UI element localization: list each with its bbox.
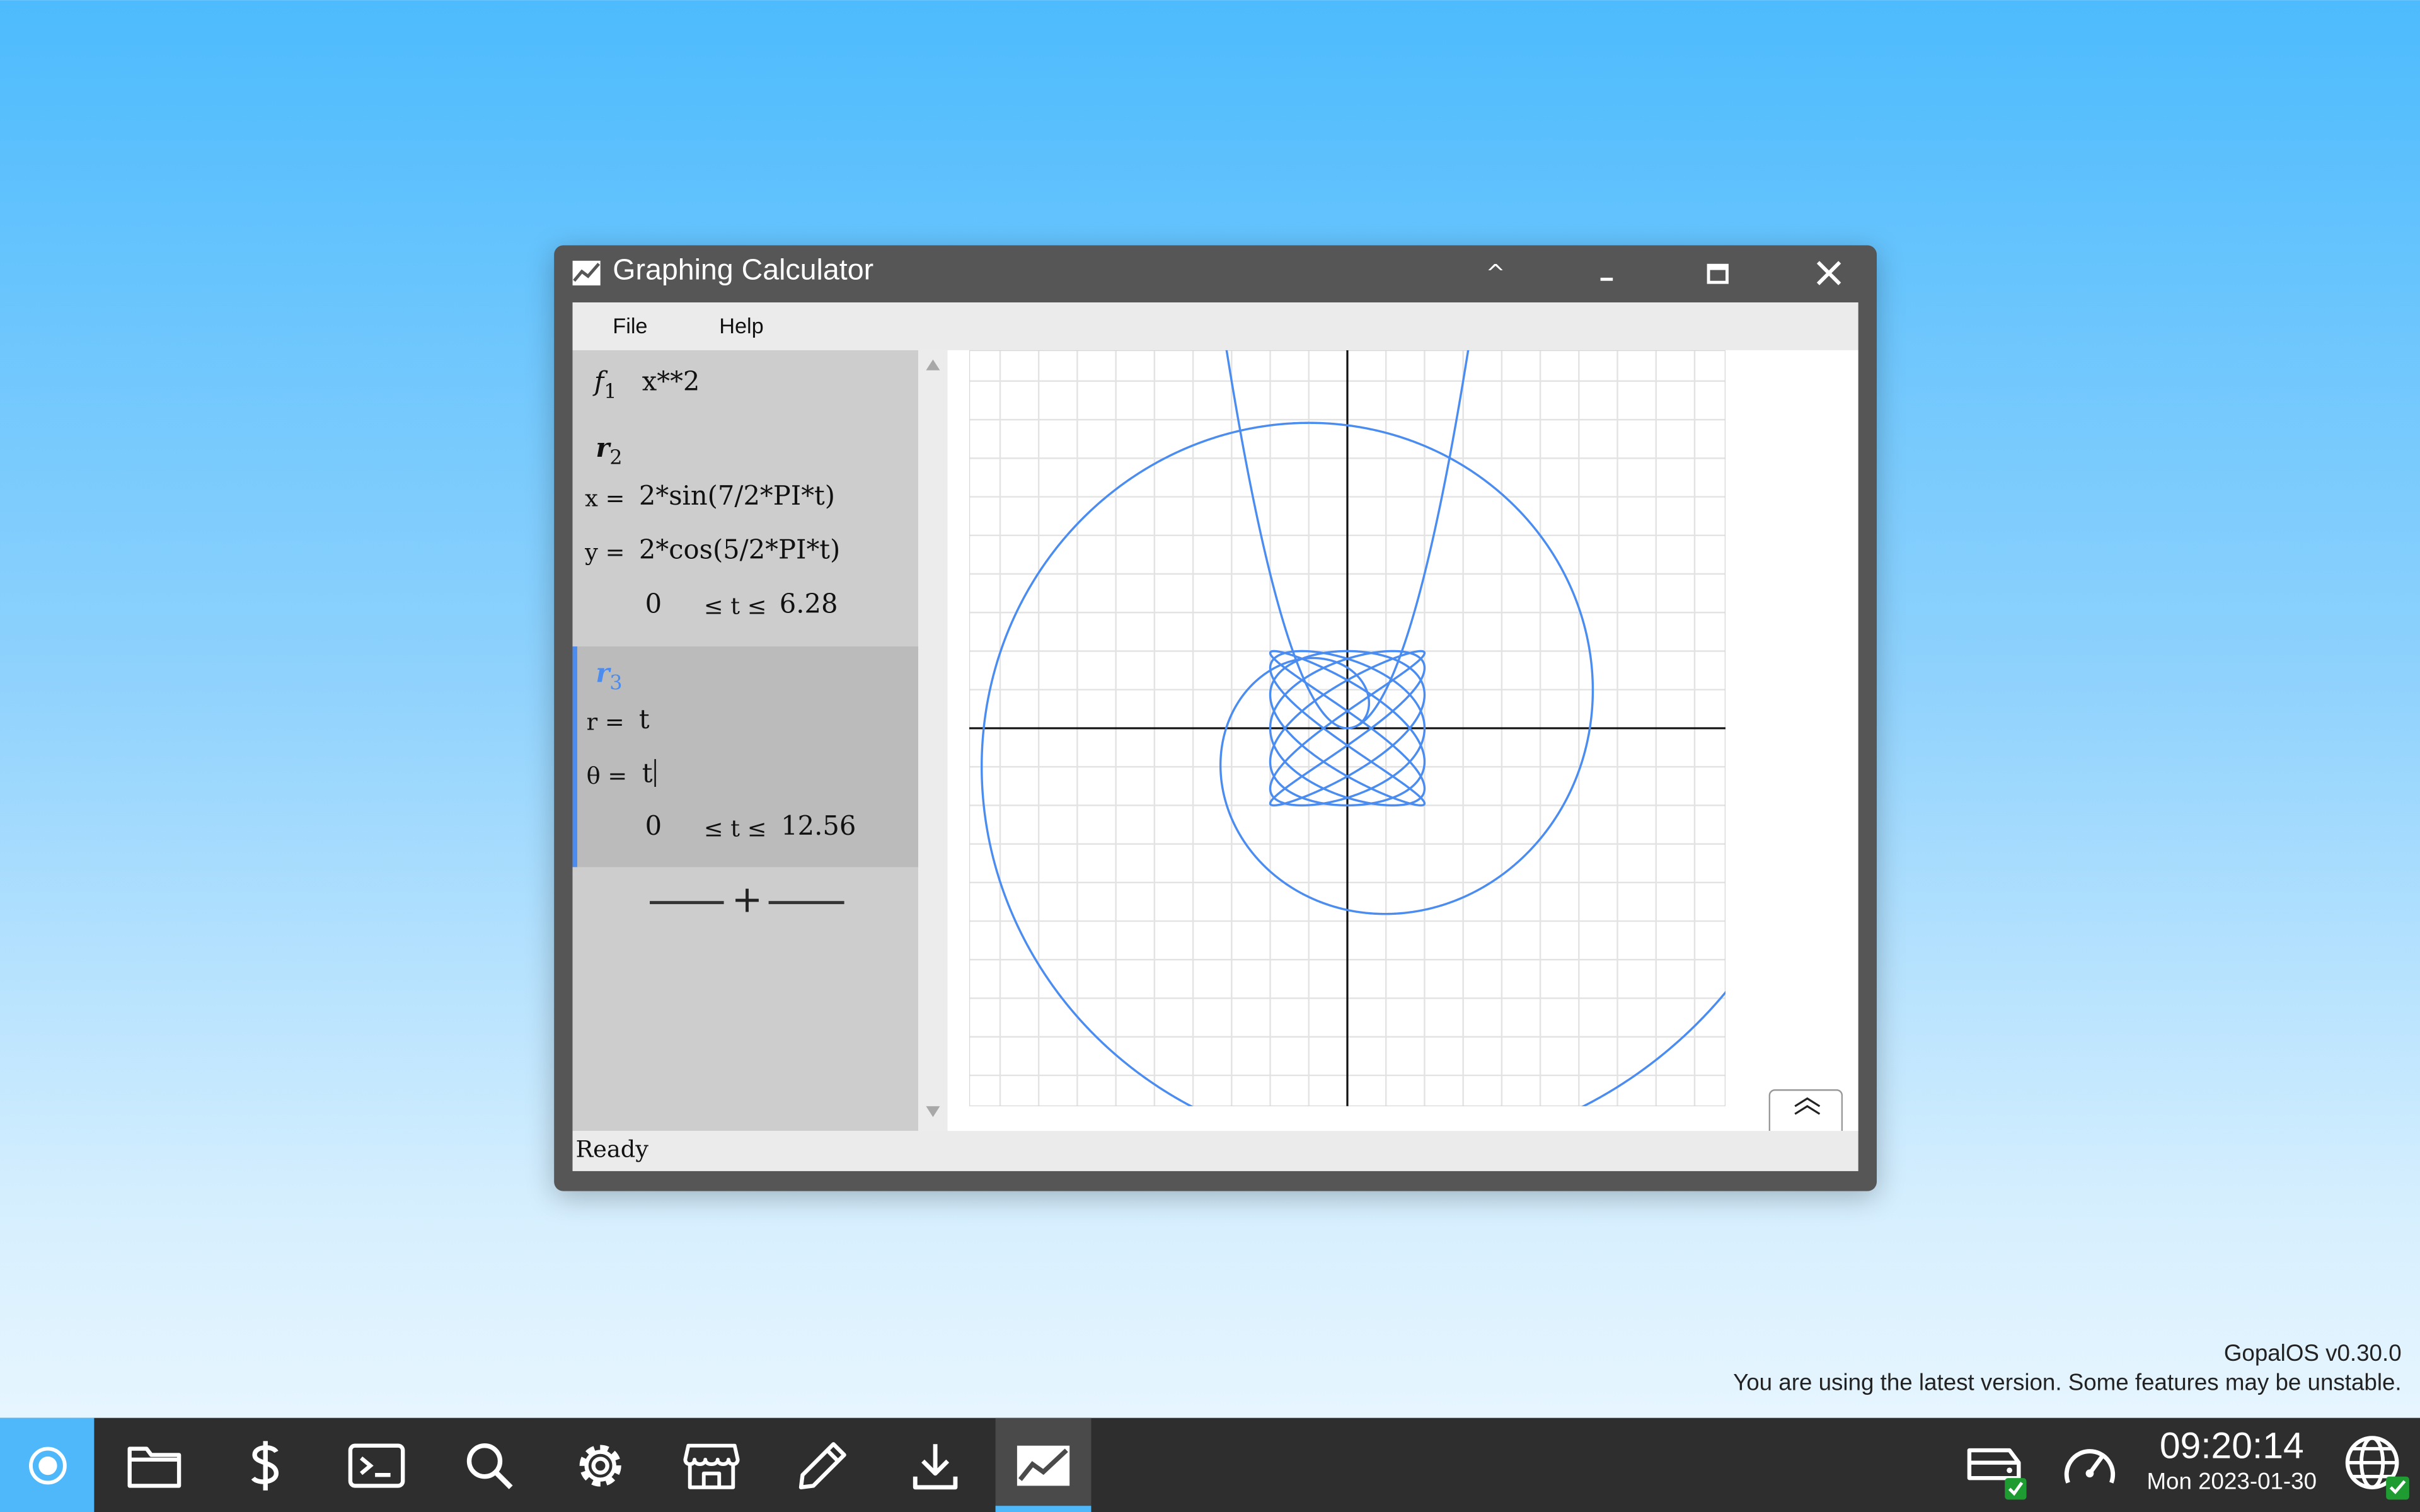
finance-button[interactable] [217, 1418, 313, 1512]
folder-icon [127, 1446, 182, 1487]
performance-button[interactable] [2042, 1418, 2138, 1512]
files-button[interactable] [107, 1418, 202, 1512]
expression-r2-tmin[interactable]: 0 [645, 590, 662, 621]
plus-icon: + [731, 878, 763, 922]
clock-time: 09:20:14 [2159, 1425, 2304, 1467]
status-bar: Ready [572, 1131, 1858, 1171]
expression-r3-name[interactable]: r3 [596, 659, 622, 696]
expression-r2-trange-label: ≤ t ≤ [703, 592, 767, 621]
maximize-button[interactable] [1687, 251, 1749, 295]
clock-date: Mon 2023-01-30 [2146, 1469, 2317, 1496]
text-cursor [654, 759, 656, 787]
menu-file[interactable]: File [613, 313, 647, 338]
close-button[interactable] [1798, 251, 1860, 295]
expression-list: f1 x**2 r2 x = 2*sin(7/2*PI*t) y = 2*cos… [572, 350, 919, 1131]
clock[interactable]: 09:20:14 Mon 2023-01-30 [2142, 1425, 2321, 1498]
expression-r3-tmax[interactable]: 12.56 [781, 811, 856, 842]
graphing-calculator-button[interactable] [995, 1418, 1092, 1512]
add-expression-button[interactable]: + [648, 878, 846, 923]
scroll-up-icon[interactable] [925, 358, 942, 372]
start-button[interactable] [0, 1418, 95, 1512]
collapse-panel-button[interactable] [1768, 1089, 1843, 1131]
scroll-down-icon[interactable] [925, 1104, 942, 1118]
version-label: GopalOS v0.30.0 [2223, 1341, 2402, 1367]
search-icon [466, 1442, 513, 1489]
expression-r2-y-label: y = [585, 538, 625, 566]
taskbar: 09:20:14 Mon 2023-01-30 [0, 1418, 2420, 1512]
graph-canvas[interactable] [948, 350, 1858, 1131]
expression-r3-theta-input[interactable]: t [642, 759, 656, 790]
close-icon [1816, 261, 1841, 285]
minimize-button[interactable] [1576, 251, 1637, 295]
start-icon [28, 1446, 66, 1484]
menu-bar: File Help [572, 302, 1858, 350]
plot-region [969, 350, 1726, 1106]
store-button[interactable] [664, 1418, 759, 1512]
settings-button[interactable] [553, 1418, 648, 1512]
graph-area[interactable] [947, 350, 1858, 1131]
double-chevron-up-icon [1794, 1097, 1821, 1115]
storage-status-button[interactable] [1948, 1418, 2044, 1512]
expression-r3-r-label: r = [586, 708, 625, 736]
expression-scrollbar[interactable] [918, 350, 948, 1131]
pencil-icon [798, 1441, 846, 1489]
drive-icon [1967, 1447, 2027, 1499]
chart-icon [572, 260, 601, 286]
title-bar[interactable]: Graphing Calculator ^ [554, 245, 1877, 302]
expression-r2-x-input[interactable]: 2*sin(7/2*PI*t) [639, 481, 835, 512]
network-button[interactable] [2327, 1418, 2420, 1512]
expression-r3-theta-label: θ = [586, 762, 628, 790]
chart-icon [1017, 1445, 1070, 1486]
minimize-icon [1600, 277, 1613, 281]
status-text: Ready [575, 1135, 649, 1164]
window-title: Graphing Calculator [613, 255, 874, 287]
menu-help[interactable]: Help [719, 313, 764, 338]
store-icon [683, 1443, 740, 1489]
expression-r3-tmin[interactable]: 0 [645, 811, 662, 842]
globe-icon [2345, 1435, 2409, 1499]
editor-button[interactable] [775, 1418, 870, 1512]
dollar-icon [251, 1440, 279, 1490]
gear-icon [579, 1444, 621, 1486]
caret-up-icon: ^ [1485, 259, 1506, 287]
expression-r3-block[interactable]: r3 r = t θ = t 0 ≤ t ≤ 12.56 [572, 646, 919, 868]
expression-r2-tmax[interactable]: 6.28 [780, 590, 838, 621]
collapse-button[interactable]: ^ [1465, 251, 1526, 295]
maximize-icon [1707, 263, 1729, 284]
speedometer-icon [2064, 1448, 2116, 1483]
search-button[interactable] [441, 1418, 537, 1512]
expression-r3-trange-label: ≤ t ≤ [703, 815, 767, 843]
terminal-icon [348, 1443, 405, 1487]
window-client: File Help f1 x**2 r2 x = 2*sin(7/2*PI*t)… [572, 302, 1858, 1171]
divider-right [768, 901, 844, 903]
graphing-calculator-window: Graphing Calculator ^ File Help f1 x**2 … [554, 245, 1877, 1191]
expression-f1-input[interactable]: x**2 [642, 367, 700, 398]
active-indicator [995, 1506, 1092, 1512]
curve-r3 [981, 421, 1726, 1106]
expression-f1-name[interactable]: f1 [594, 367, 617, 404]
expression-r2-name[interactable]: r2 [596, 433, 622, 471]
terminal-button[interactable] [329, 1418, 425, 1512]
expression-r2-x-label: x = [585, 484, 625, 513]
expression-r2-y-input[interactable]: 2*cos(5/2*PI*t) [639, 536, 840, 566]
expression-r3-r-input[interactable]: t [639, 705, 650, 736]
divider-left [650, 901, 724, 903]
downloads-button[interactable] [887, 1418, 983, 1512]
download-icon [913, 1443, 958, 1489]
version-notice: You are using the latest version. Some f… [1733, 1370, 2402, 1397]
